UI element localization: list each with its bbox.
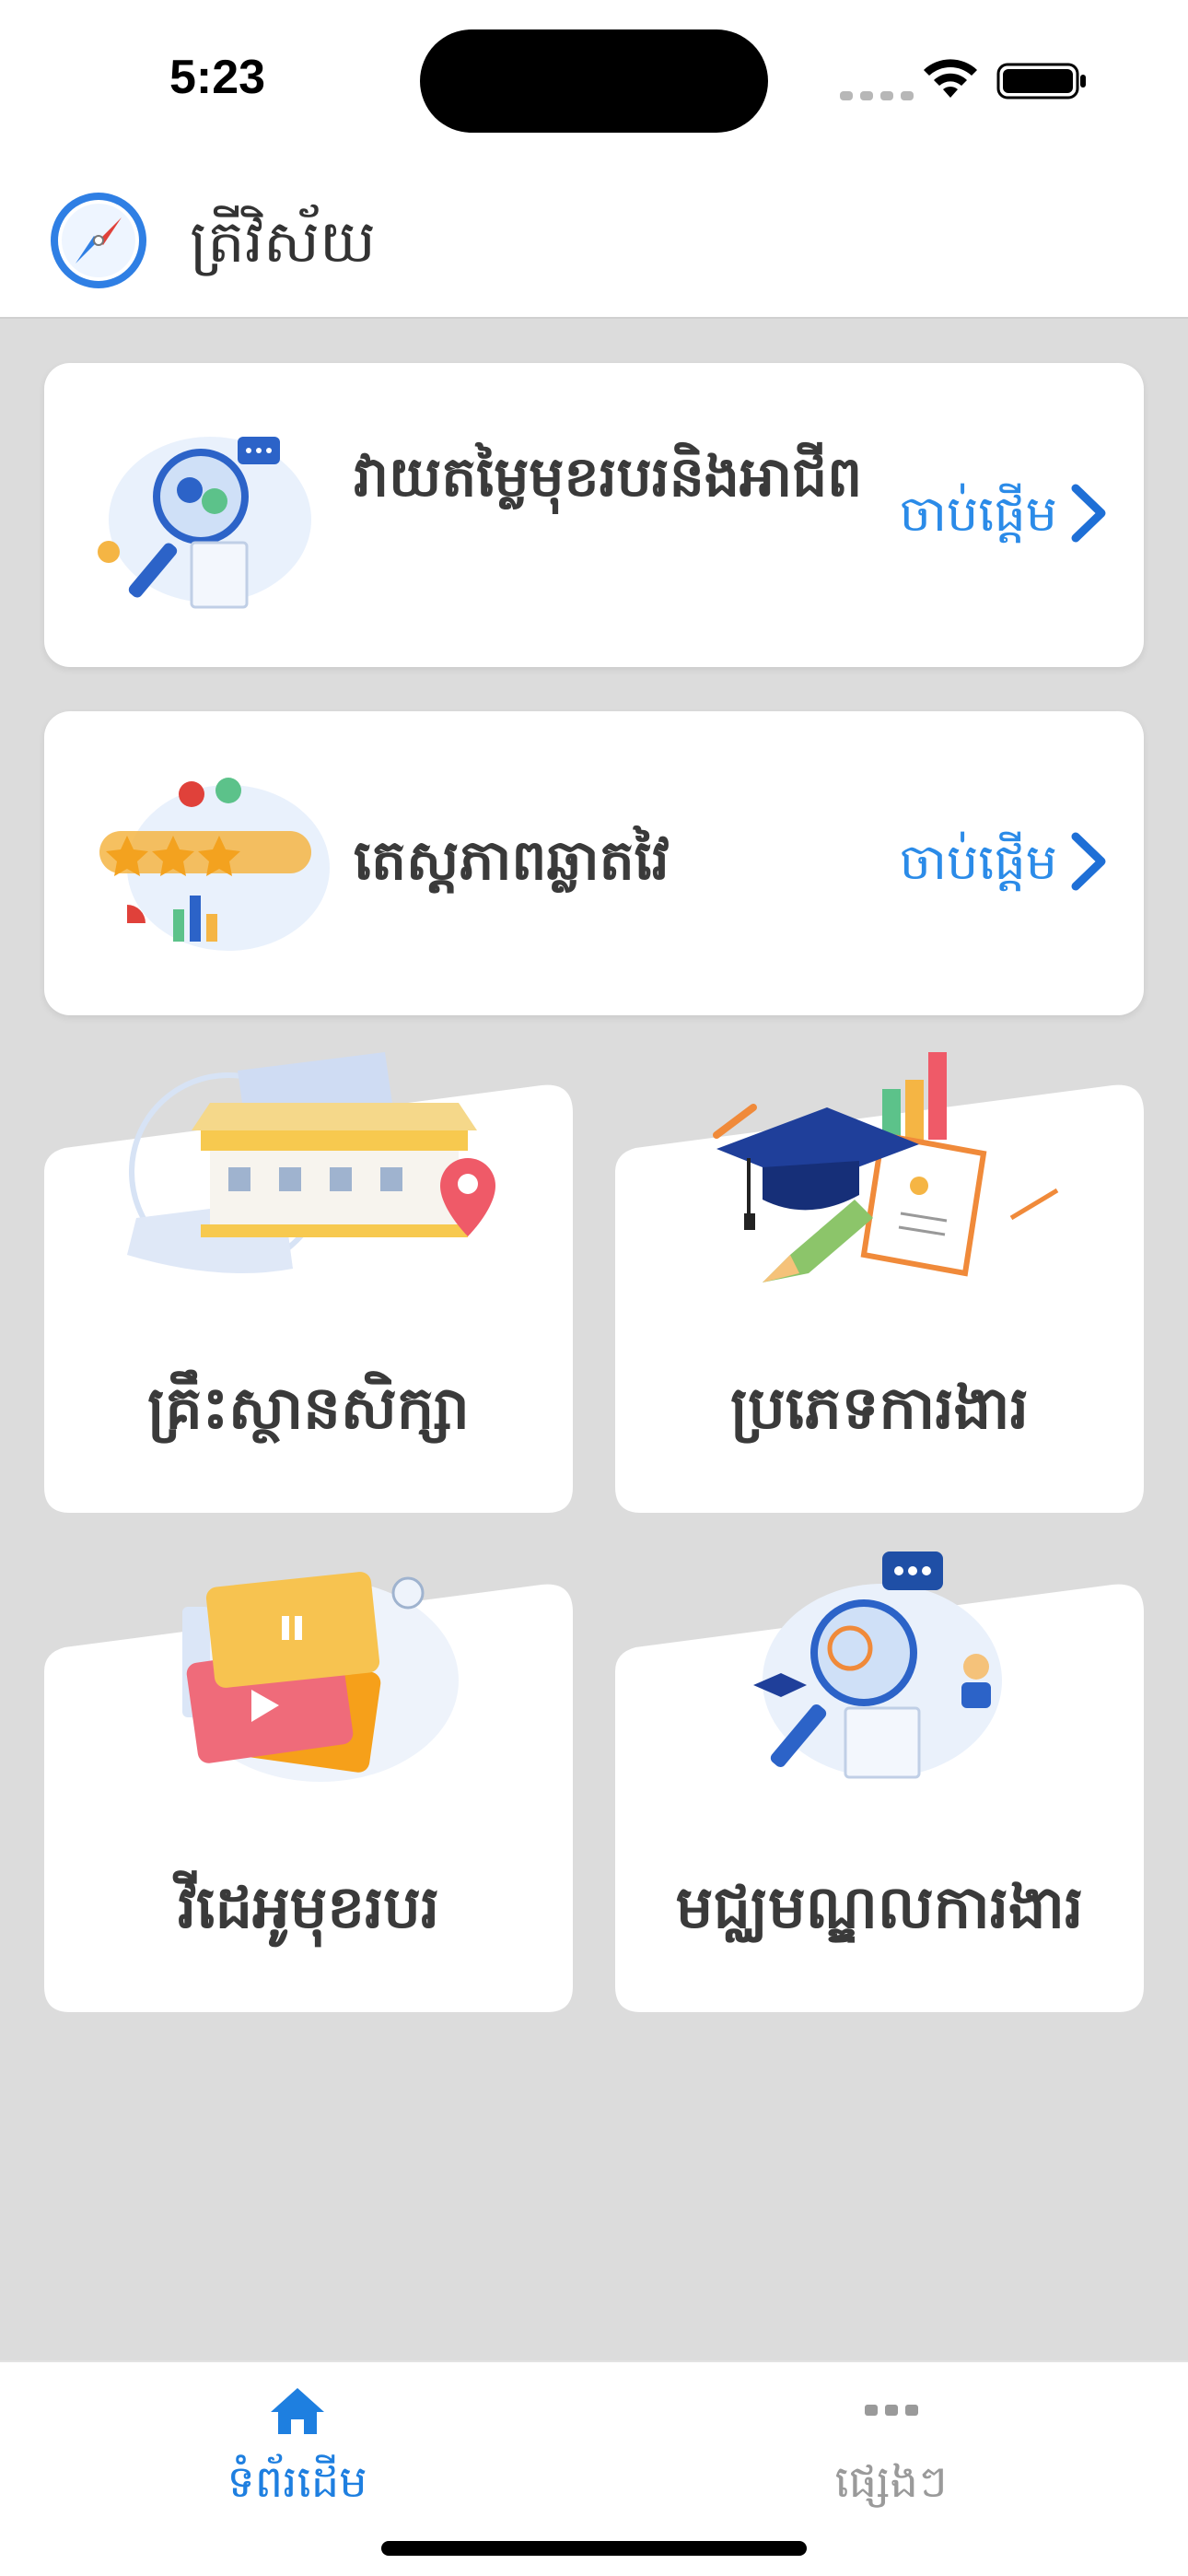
wifi-icon xyxy=(924,59,977,98)
career-videos-label: វីដេអូមុខរបរ xyxy=(177,1874,440,1942)
cellular-signal-icon xyxy=(840,87,921,104)
tab-home[interactable]: ទំព័រដើម xyxy=(0,2362,594,2528)
app-header: 5:23 ត្រីវិស័យ xyxy=(0,0,1188,319)
start-link[interactable]: ចាប់ផ្តើម xyxy=(900,831,1057,904)
intelligence-test-illustration xyxy=(99,778,330,951)
tab-more[interactable]: ផ្សេងៗ xyxy=(594,2362,1188,2528)
chevron-right-icon[interactable] xyxy=(1068,481,1111,545)
page-title: ត្រីវិស័យ xyxy=(190,208,376,276)
home-icon xyxy=(271,2388,324,2434)
home-indicator xyxy=(381,2541,807,2556)
intelligence-test-title: តេស្តភាពឆ្លាតវៃ xyxy=(354,828,670,893)
career-assessment-card[interactable]: វាយតម្លៃមុខរបរនិងអាជីព ចាប់ផ្តើម xyxy=(44,363,1144,667)
education-institutions-card[interactable]: គ្រឹះស្ថានសិក្សា xyxy=(44,1052,573,1513)
job-types-card[interactable]: ប្រភេទការងារ xyxy=(615,1052,1144,1513)
school-location-illustration xyxy=(127,1052,495,1273)
status-time: 5:23 xyxy=(169,51,266,104)
chevron-right-icon[interactable] xyxy=(1068,829,1111,894)
career-assessment-illustration xyxy=(98,437,311,609)
job-center-illustration xyxy=(753,1551,1002,1779)
job-types-label: ប្រភេទការងារ xyxy=(730,1375,1029,1443)
video-illustration xyxy=(182,1572,459,1782)
more-icon xyxy=(865,2405,918,2416)
career-assessment-title: វាយតម្លៃមុខរបរនិងអាជីព xyxy=(354,445,863,509)
start-link[interactable]: ចាប់ផ្តើម xyxy=(900,483,1057,556)
career-videos-card[interactable]: វីដេអូមុខរបរ xyxy=(44,1551,573,2012)
compass-icon xyxy=(51,193,146,288)
status-icons xyxy=(840,55,1089,105)
battery-icon xyxy=(996,63,1086,100)
tab-home-label: ទំព័រដើម xyxy=(227,2456,367,2508)
intelligence-test-card[interactable]: តេស្តភាពឆ្លាតវៃ ចាប់ផ្តើម xyxy=(44,711,1144,1015)
tab-more-label: ផ្សេងៗ xyxy=(834,2456,948,2508)
education-institutions-label: គ្រឹះស្ថានសិក្សា xyxy=(147,1375,470,1443)
graduation-cap-illustration xyxy=(713,1052,1059,1282)
job-center-label: មជ្ឈមណ្ឌលការងារ xyxy=(675,1874,1084,1942)
dynamic-island xyxy=(420,29,768,133)
job-center-card[interactable]: មជ្ឈមណ្ឌលការងារ xyxy=(615,1551,1144,2012)
